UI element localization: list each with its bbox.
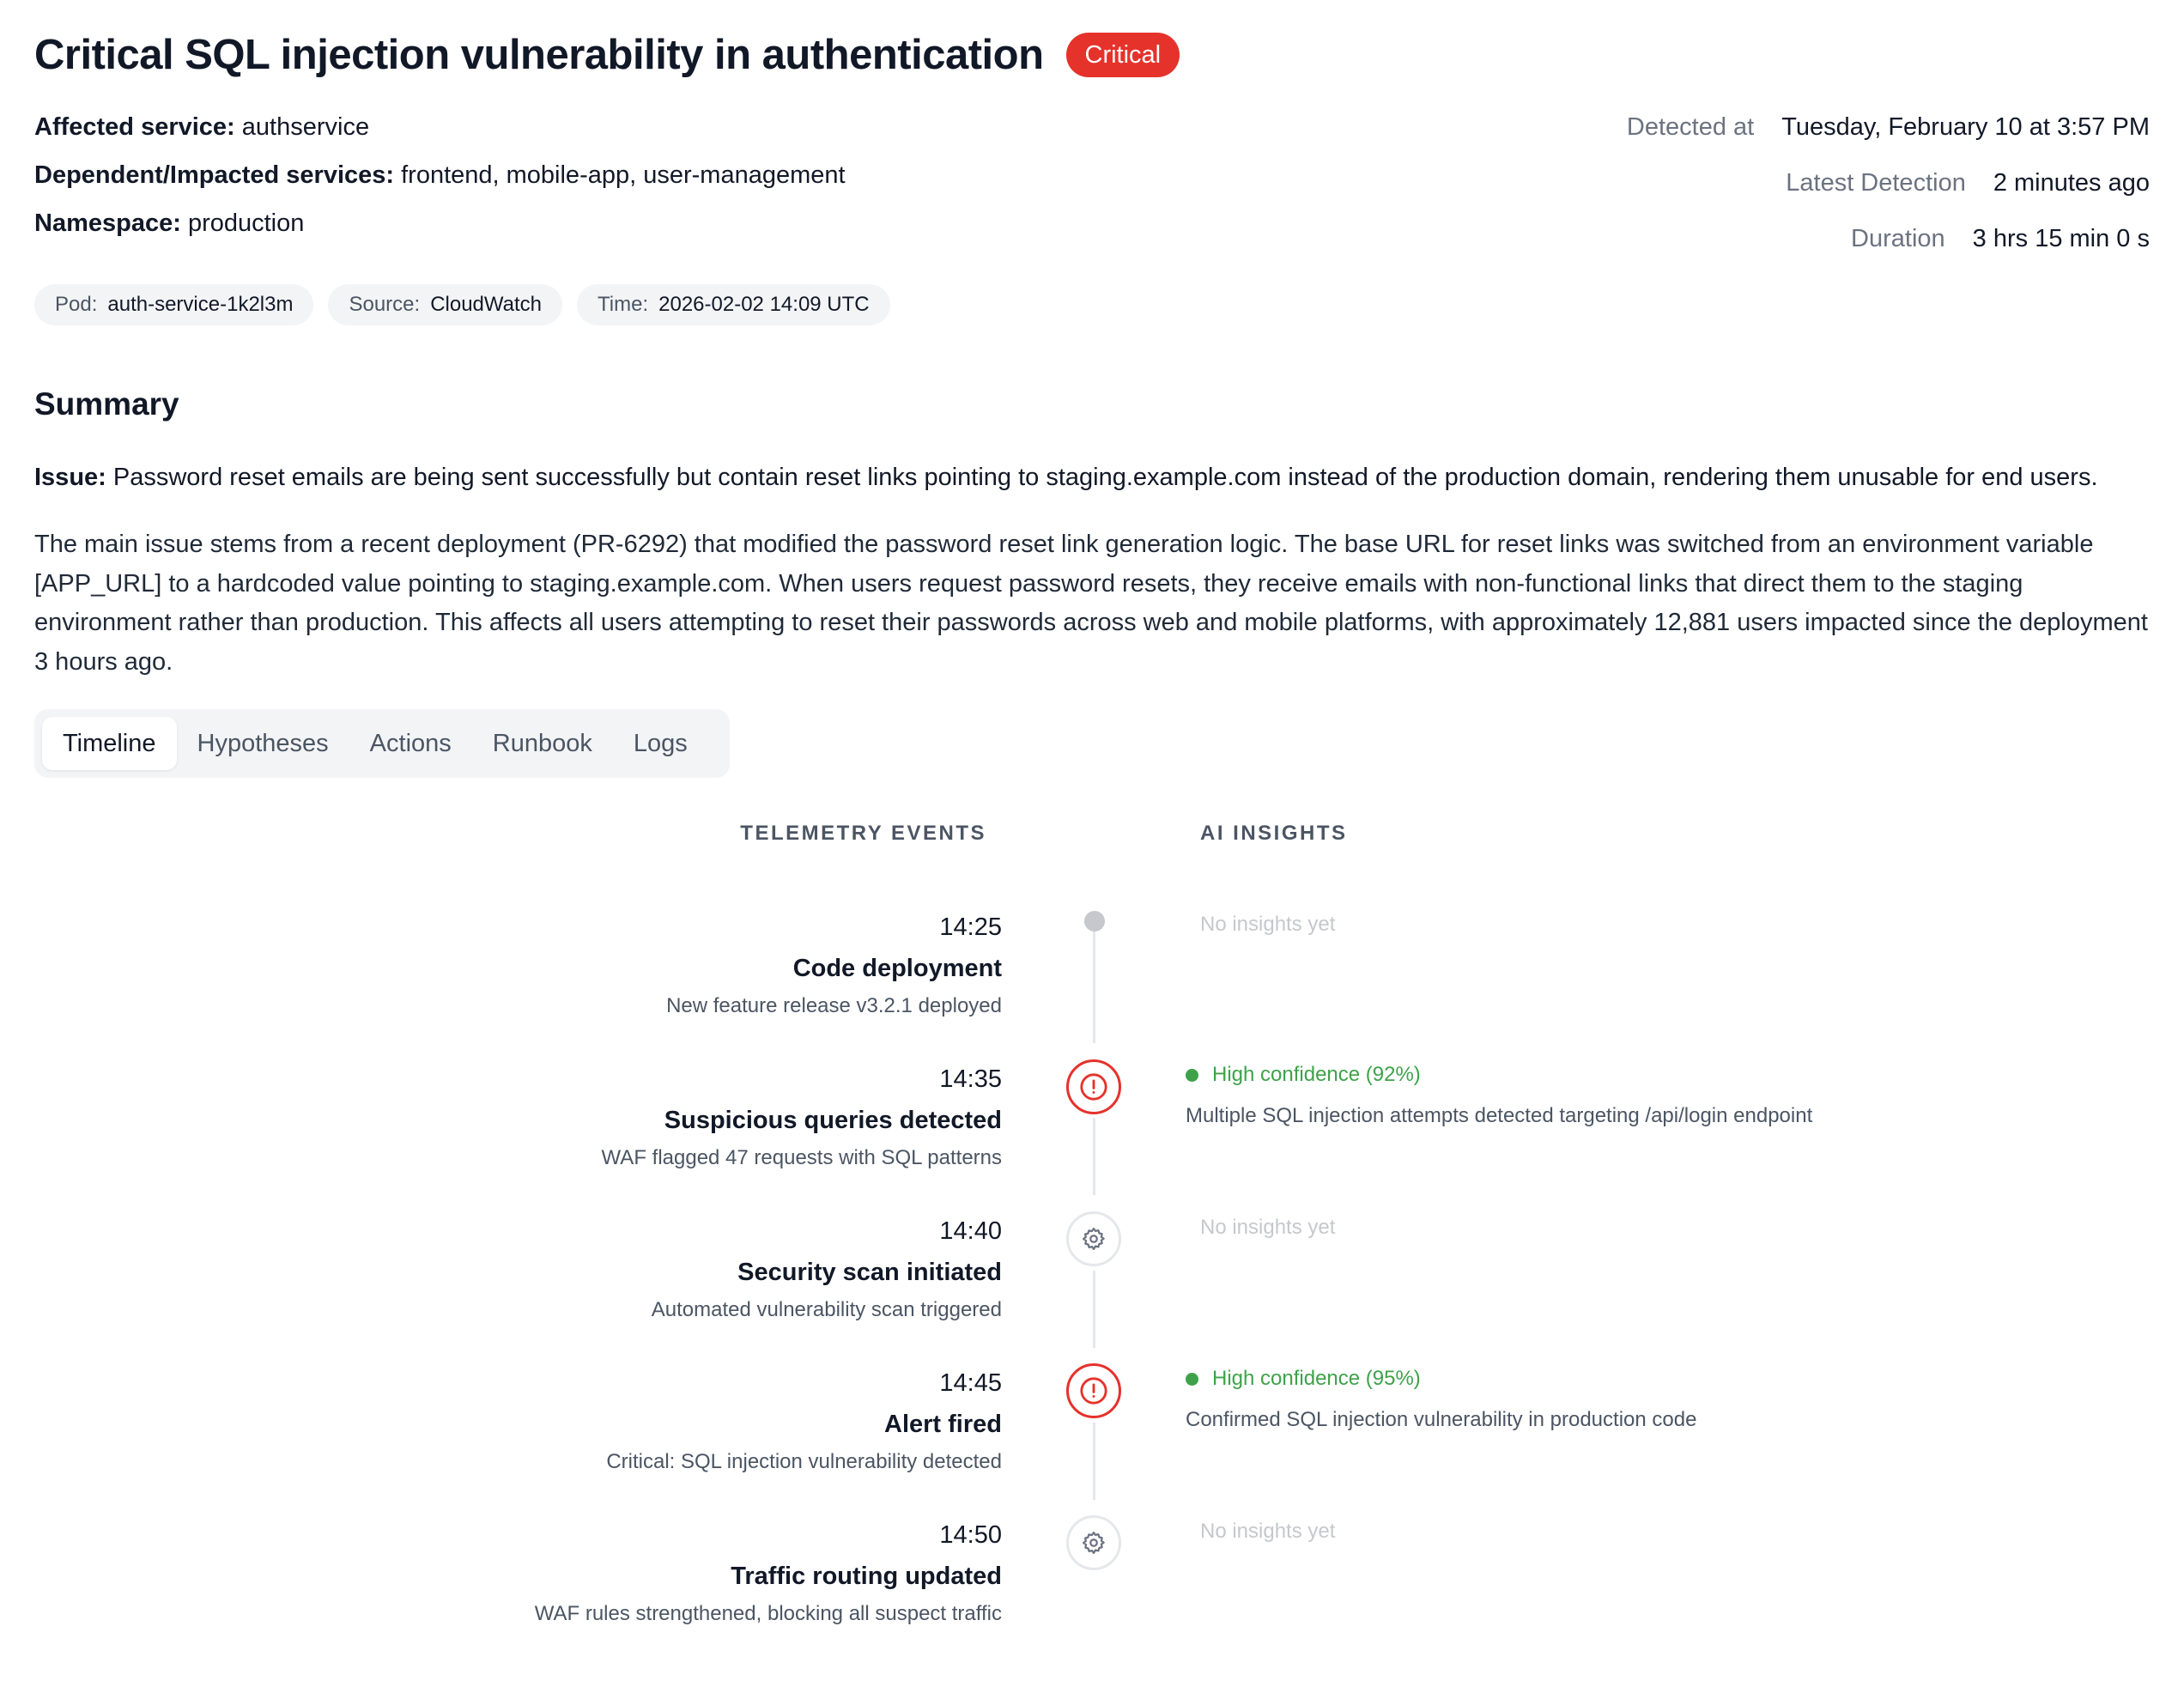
affected-service-label: Affected service: (34, 113, 235, 141)
event-title: Security scan initiated (737, 1259, 1002, 1286)
source-chip-value: CloudWatch (430, 293, 543, 316)
issue-statement: Issue: Password reset emails are being s… (34, 460, 2155, 495)
insight-text: Confirmed SQL injection vulnerability in… (1186, 1408, 1697, 1431)
source-chip: Source: CloudWatch (328, 284, 563, 325)
summary-paragraph: The main issue stems from a recent deplo… (34, 531, 2148, 676)
detected-at-row: Detected at Tuesday, February 10 at 3:57… (1463, 112, 2150, 167)
dot-icon (1084, 911, 1105, 932)
tab-timeline[interactable]: Timeline (42, 717, 177, 770)
duration-label: Duration (1851, 225, 1945, 252)
timeline-event: 14:25 Code deployment New feature releas… (58, 912, 1002, 1020)
confidence-dot-icon (1186, 1372, 1198, 1386)
time-chip: Time: 2026-02-02 14:09 UTC (577, 284, 890, 325)
event-title: Code deployment (792, 955, 1002, 982)
duration-row: Duration 3 hrs 15 min 0 s (1463, 223, 2150, 279)
detected-at-label: Detected at (1626, 113, 1755, 141)
no-insights-text: No insights yet (1200, 1216, 1336, 1239)
time-chip-value: 2026-02-02 14:09 UTC (658, 293, 870, 316)
affected-service: Affected service: authservice (34, 112, 846, 143)
namespace-value: production (187, 209, 305, 237)
summary-heading: Summary (34, 386, 179, 422)
no-insights-text: No insights yet (1200, 913, 1336, 936)
event-description: WAF rules strengthened, blocking all sus… (534, 1602, 1002, 1625)
timeline-event: 14:40 Security scan initiated Automated … (58, 1216, 1002, 1324)
issue-text: Password reset emails are being sent suc… (112, 464, 2098, 491)
service-meta: Affected service: authservice Dependent/… (34, 112, 846, 256)
alert-circle-icon (1066, 1059, 1121, 1114)
pod-chip-value: auth-service-1k2l3m (107, 293, 294, 316)
insight-empty: No insights yet (1186, 911, 2130, 938)
gear-icon (1066, 1515, 1121, 1570)
pod-chip: Pod: auth-service-1k2l3m (34, 284, 314, 325)
ai-insight: High confidence (92%) Multiple SQL injec… (1186, 1061, 2130, 1130)
event-description: Automated vulnerability scan triggered (651, 1298, 1002, 1321)
dependent-services-value: frontend, mobile-app, user-management (401, 161, 846, 189)
severity-badge: Critical (1065, 33, 1180, 77)
event-title: Alert fired (884, 1411, 1002, 1438)
latest-detection-row: Latest Detection 2 minutes ago (1463, 167, 2150, 223)
tab-logs[interactable]: Logs (613, 717, 708, 770)
confidence-label: High confidence (95%) (1212, 1367, 1421, 1390)
ai-insights-heading: AI INSIGHTS (1200, 822, 1348, 845)
confidence-label: High confidence (92%) (1212, 1063, 1421, 1086)
event-description: New feature release v3.2.1 deployed (666, 994, 1002, 1017)
time-chip-key: Time: (598, 293, 649, 316)
ai-insight: High confidence (95%) Confirmed SQL inje… (1186, 1365, 2130, 1434)
tab-runbook[interactable]: Runbook (472, 717, 613, 770)
event-time: 14:35 (939, 1065, 1002, 1093)
timeline-connector (1093, 1118, 1095, 1195)
event-time: 14:50 (939, 1521, 1002, 1549)
confidence-indicator: High confidence (95%) (1186, 1365, 2130, 1393)
title-row: Critical SQL injection vulnerability in … (34, 31, 1180, 79)
insight-empty: No insights yet (1186, 1518, 2130, 1545)
namespace-label: Namespace: (34, 209, 181, 237)
timeline-event: 14:35 Suspicious queries detected WAF fl… (58, 1064, 1002, 1172)
alert-circle-icon (1066, 1363, 1121, 1418)
incident-title: Critical SQL injection vulnerability in … (34, 32, 1044, 78)
pod-chip-key: Pod: (55, 293, 98, 316)
event-time: 14:25 (939, 913, 1002, 941)
confidence-dot-icon (1186, 1068, 1198, 1082)
event-title: Traffic routing updated (731, 1563, 1002, 1590)
tab-bar: Timeline Hypotheses Actions Runbook Logs (34, 709, 730, 778)
telemetry-events-heading: TELEMETRY EVENTS (740, 822, 986, 845)
detected-at-value: Tuesday, February 10 at 3:57 PM (1781, 113, 2150, 141)
timeline-event: 14:45 Alert fired Critical: SQL injectio… (58, 1368, 1002, 1476)
dependent-services: Dependent/Impacted services: frontend, m… (34, 160, 846, 191)
latest-detection-label: Latest Detection (1786, 169, 1966, 197)
dependent-services-label: Dependent/Impacted services: (34, 161, 395, 189)
no-insights-text: No insights yet (1200, 1520, 1336, 1543)
timeline-event: 14:50 Traffic routing updated WAF rules … (58, 1520, 1002, 1628)
insight-empty: No insights yet (1186, 1214, 2130, 1241)
event-description: Critical: SQL injection vulnerability de… (606, 1450, 1002, 1473)
event-title: Suspicious queries detected (664, 1107, 1002, 1134)
tab-hypotheses[interactable]: Hypotheses (177, 717, 349, 770)
confidence-indicator: High confidence (92%) (1186, 1061, 2130, 1089)
source-chip-key: Source: (349, 293, 421, 316)
timeline-connector (1093, 1423, 1095, 1500)
issue-label: Issue: (34, 464, 106, 491)
timeline-connector (1093, 1271, 1095, 1348)
event-description: WAF flagged 47 requests with SQL pattern… (601, 1146, 1002, 1169)
insight-text: Multiple SQL injection attempts detected… (1186, 1104, 1813, 1127)
timeline-connector (1093, 927, 1095, 1043)
gear-icon (1066, 1211, 1121, 1266)
affected-service-value: authservice (241, 113, 370, 141)
namespace: Namespace: production (34, 208, 846, 239)
duration-value: 3 hrs 15 min 0 s (1972, 225, 2150, 252)
detection-meta: Detected at Tuesday, February 10 at 3:57… (1463, 112, 2150, 279)
context-chips: Pod: auth-service-1k2l3m Source: CloudWa… (34, 284, 890, 325)
event-time: 14:40 (939, 1217, 1002, 1245)
latest-detection-value: 2 minutes ago (1993, 169, 2150, 197)
incident-page: Critical SQL injection vulnerability in … (0, 0, 2184, 1681)
tab-actions[interactable]: Actions (349, 717, 472, 770)
event-time: 14:45 (939, 1369, 1002, 1397)
